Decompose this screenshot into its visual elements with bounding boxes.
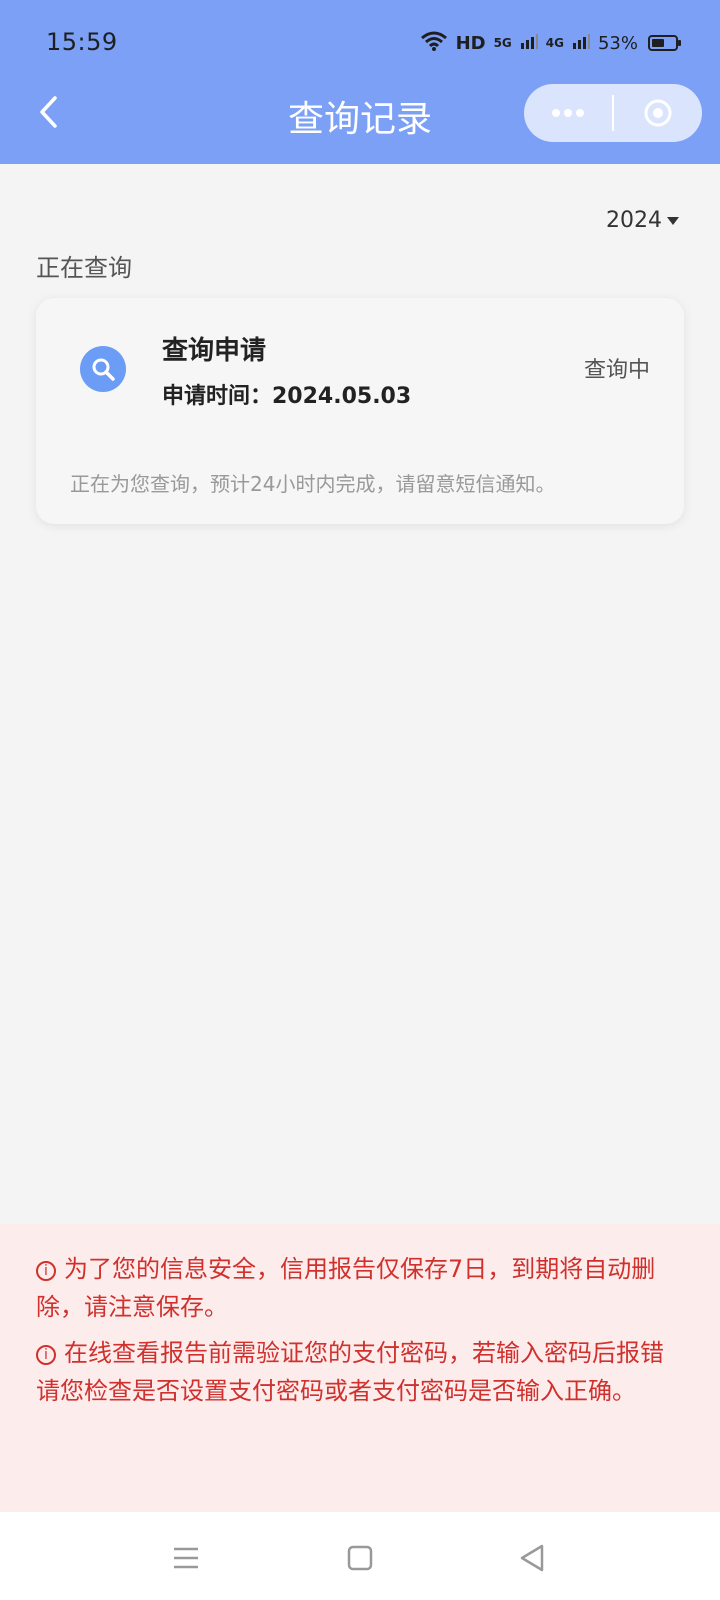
menu-button[interactable] xyxy=(168,1540,204,1576)
record-time: 申请时间：2024.05.03 xyxy=(162,384,412,409)
status-bar: 15:59 HD 5G 4G 53% xyxy=(0,0,720,86)
more-dots-icon xyxy=(552,109,584,117)
record-status: 查询中 xyxy=(583,358,650,383)
status-time: 15:59 xyxy=(46,28,118,56)
info-icon: i xyxy=(36,1345,56,1365)
record-title: 查询申请 xyxy=(162,336,267,366)
search-icon xyxy=(80,346,126,392)
status-icons: HD 5G 4G 53% xyxy=(420,30,681,56)
system-navigation-bar xyxy=(0,1512,720,1600)
menu-icon xyxy=(174,1547,198,1569)
signal-icon-2 xyxy=(572,32,590,54)
notice-text-2: 在线查看报告前需验证您的支付密码，若输入密码后报错请您检查是否设置支付密码或者支… xyxy=(36,1339,664,1405)
security-notice-panel: i 为了您的信息安全，信用报告仅保存7日，到期将自动删除，请注意保存。 i 在线查看… xyxy=(0,1224,720,1512)
network-type: HD xyxy=(455,32,486,54)
notice-text-1: 为了您的信息安全，信用报告仅保存7日，到期将自动删除，请注意保存。 xyxy=(36,1255,656,1321)
notice-item: i 在线查看报告前需验证您的支付密码，若输入密码后报错请您检查是否设置支付密码或者… xyxy=(36,1334,684,1410)
signal-icon xyxy=(520,32,538,54)
notice-item: i 为了您的信息安全，信用报告仅保存7日，到期将自动删除，请注意保存。 xyxy=(36,1250,684,1326)
close-button[interactable] xyxy=(614,84,702,142)
battery-fill xyxy=(652,39,664,47)
query-record-card[interactable]: 查询申请 申请时间：2024.05.03 查询中 正在为您查询，预计24小时内完… xyxy=(36,298,684,524)
record-note: 正在为您查询，预计24小时内完成，请留意短信通知。 xyxy=(70,472,556,496)
battery-percent: 53% xyxy=(597,32,638,54)
home-button[interactable] xyxy=(342,1540,378,1576)
year-filter-label: 2024 xyxy=(606,208,662,233)
back-triangle-icon xyxy=(520,1544,544,1572)
signal-4g: 4G xyxy=(545,36,564,50)
close-circle-icon xyxy=(644,99,672,127)
app-header: 15:59 HD 5G 4G 53% 查询记录 xyxy=(0,0,720,164)
section-label: 正在查询 xyxy=(36,254,132,282)
back-nav-button[interactable] xyxy=(514,1540,550,1576)
caret-down-icon xyxy=(667,216,679,225)
info-icon: i xyxy=(36,1261,56,1281)
mini-program-capsule xyxy=(524,84,702,142)
more-button[interactable] xyxy=(524,84,612,142)
year-filter-dropdown[interactable]: 2024 xyxy=(606,208,680,233)
battery-icon xyxy=(648,35,681,51)
wifi-icon xyxy=(420,30,448,56)
signal-5g: 5G xyxy=(493,36,512,50)
home-square-icon xyxy=(347,1545,373,1571)
